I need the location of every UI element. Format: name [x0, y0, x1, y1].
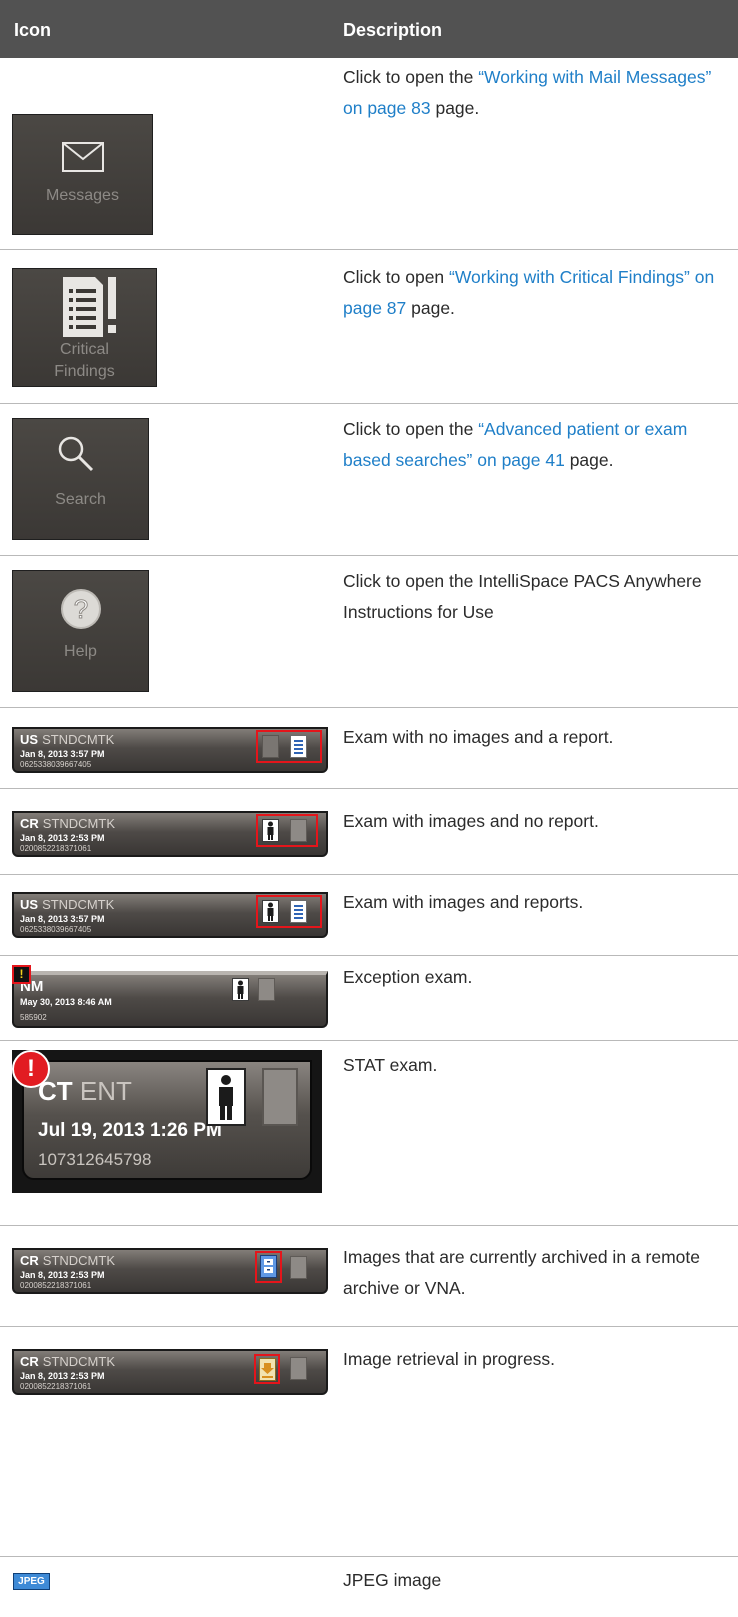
exam-datetime: Jan 8, 2013 3:57 PM [20, 749, 105, 759]
jpeg-description: JPEG image [343, 1570, 442, 1590]
highlight-box [256, 895, 322, 928]
modality-line: CT ENT [38, 1076, 132, 1107]
desc-text: page. [430, 98, 480, 118]
location: STNDCMTK [42, 816, 115, 831]
envelope-icon [62, 142, 104, 172]
desc-text: Click to open the [343, 419, 479, 439]
jpeg-badge-icon: JPEG [13, 1573, 50, 1590]
messages-label: Messages [46, 187, 119, 204]
stat-alert-icon: ! [12, 1050, 50, 1088]
column-header-description: Description [343, 20, 443, 40]
exam-datetime: Jan 8, 2013 2:53 PM [20, 1371, 105, 1381]
report-icon-dimmed-large [262, 1068, 298, 1126]
stat-description: STAT exam. [343, 1055, 438, 1075]
modality-line: CR STNDCMTK [20, 1354, 115, 1369]
row-divider [0, 1040, 738, 1041]
exam-datetime: Jan 8, 2013 3:57 PM [20, 914, 105, 924]
modality: US [20, 897, 39, 912]
modality-line: CR STNDCMTK [20, 816, 115, 831]
exam-datetime: Jan 8, 2013 2:53 PM [20, 1270, 105, 1280]
exam-datetime: May 30, 2013 8:46 AM [20, 997, 112, 1007]
desc-text: Click to open [343, 267, 450, 287]
accession-number: 0200852218371061 [20, 1382, 92, 1391]
search-label: Search [55, 491, 106, 508]
retrieval-description: Image retrieval in progress. [343, 1349, 556, 1369]
modality: US [20, 732, 39, 747]
critical-findings-icon [63, 277, 116, 337]
images-reports-description: Exam with images and reports. [343, 892, 584, 912]
exam-datetime: Jan 8, 2013 2:53 PM [20, 833, 105, 843]
highlight-box [254, 1354, 280, 1384]
exam-card-no-images-report[interactable]: US STNDCMTK Jan 8, 2013 3:57 PM 062533803… [12, 727, 328, 773]
modality-line: US STNDCMTK [20, 732, 114, 747]
row-divider [0, 1326, 738, 1327]
accession-number: 585902 [20, 1013, 47, 1022]
exam-card-exception[interactable]: NM May 30, 2013 8:46 AM 585902 [12, 971, 328, 1028]
highlight-box [255, 1251, 282, 1283]
exam-datetime: Jul 19, 2013 1:26 PM [38, 1120, 222, 1141]
critical-description: Click to open “Working with Critical Fin… [343, 262, 729, 324]
location: STNDCMTK [42, 1253, 115, 1268]
exception-flag-icon: ! [12, 965, 31, 984]
stat-exam-card[interactable]: CT ENT Jul 19, 2013 1:26 PM 107312645798… [12, 1050, 322, 1193]
row-divider [0, 955, 738, 956]
desc-text: page. [406, 298, 455, 318]
row-divider [0, 403, 738, 404]
archived-description: Images that are currently archived in a … [343, 1247, 700, 1298]
accession-number: 107312645798 [38, 1150, 152, 1169]
person-icon-large [206, 1068, 246, 1126]
row-divider [0, 1556, 738, 1557]
accession-number: 0625338039667405 [20, 760, 92, 769]
exam-card-images-no-report[interactable]: CR STNDCMTK Jan 8, 2013 2:53 PM 020085221… [12, 811, 328, 857]
messages-button[interactable]: Messages [12, 114, 153, 235]
help-label: Help [64, 643, 97, 660]
column-header-icon: Icon [14, 20, 52, 40]
modality-line: CR STNDCMTK [20, 1253, 115, 1268]
critical-label-line1: Critical [60, 341, 109, 358]
accession-number: 0625338039667405 [20, 925, 92, 934]
report-icon-dimmed [290, 1357, 307, 1380]
help-icon: ? [61, 589, 101, 629]
location: STNDCMTK [42, 732, 115, 747]
search-description: Click to open the “Advanced patient or e… [343, 414, 729, 476]
svg-text:?: ? [74, 594, 88, 624]
highlight-box [256, 814, 318, 847]
magnifier-icon [58, 436, 94, 472]
modality: CR [20, 1253, 39, 1268]
highlight-box [256, 730, 322, 763]
row-divider [0, 555, 738, 556]
modality: CR [20, 1354, 39, 1369]
stat-card-inner: CT ENT Jul 19, 2013 1:26 PM 107312645798 [22, 1060, 312, 1180]
report-icon-dimmed [290, 1256, 307, 1279]
modality-line: US STNDCMTK [20, 897, 114, 912]
location: STNDCMTK [42, 897, 115, 912]
row-divider [0, 788, 738, 789]
row-divider [0, 707, 738, 708]
exam-card-images-reports[interactable]: US STNDCMTK Jan 8, 2013 3:57 PM 062533803… [12, 892, 328, 938]
table-header: Icon Description [0, 0, 738, 58]
row-divider [0, 874, 738, 875]
search-button[interactable]: Search [12, 418, 149, 540]
critical-findings-button[interactable]: Critical Findings [12, 268, 157, 387]
exception-description: Exception exam. [343, 967, 473, 987]
no-images-report-description: Exam with no images and a report. [343, 727, 614, 747]
desc-text: page. [564, 450, 614, 470]
row-divider [0, 249, 738, 250]
accession-number: 0200852218371061 [20, 844, 92, 853]
modality: CR [20, 816, 39, 831]
person-icon [232, 978, 249, 1001]
accession-number: 0200852218371061 [20, 1281, 92, 1290]
help-button[interactable]: ? Help [12, 570, 149, 692]
location: ENT [79, 1076, 132, 1106]
messages-description: Click to open the “Working with Mail Mes… [343, 62, 729, 124]
images-no-report-description: Exam with images and no report. [343, 811, 599, 831]
critical-label-line2: Findings [54, 363, 115, 380]
report-icon-dimmed [258, 978, 275, 1001]
desc-text: Click to open the [343, 67, 479, 87]
help-description: Click to open the IntelliSpace PACS Anyw… [343, 571, 702, 622]
exam-card-archived[interactable]: CR STNDCMTK Jan 8, 2013 2:53 PM 020085221… [12, 1248, 328, 1294]
exam-card-retrieval[interactable]: CR STNDCMTK Jan 8, 2013 2:53 PM 020085221… [12, 1349, 328, 1395]
location: STNDCMTK [42, 1354, 115, 1369]
row-divider [0, 1225, 738, 1226]
